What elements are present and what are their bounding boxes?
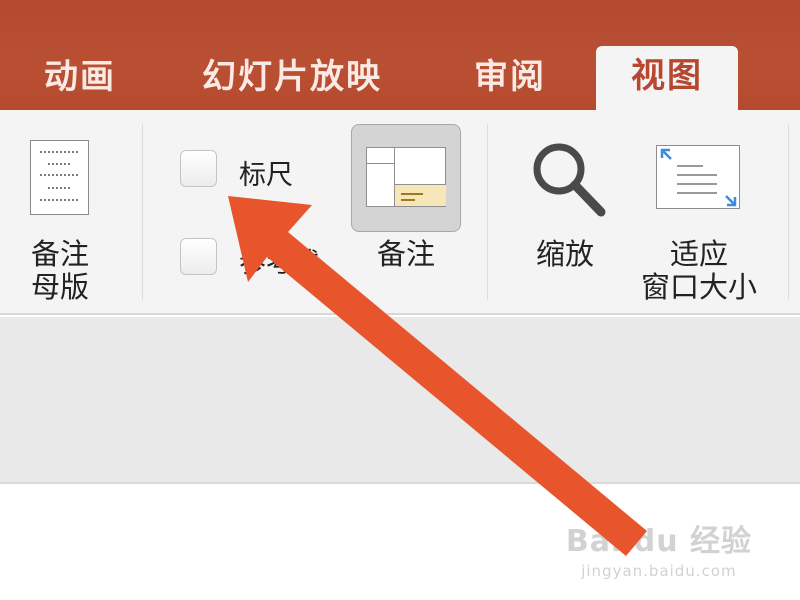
guides-checkbox[interactable] — [180, 238, 217, 275]
pane-divider — [0, 482, 800, 484]
ribbon-separator — [142, 124, 143, 300]
zoom-label: 缩放 — [535, 237, 594, 271]
powerpoint-window: 动画 幻灯片放映 审阅 视图 备注 母版 标尺 参考线 备注 缩放 适应 窗口大… — [0, 0, 800, 600]
ruler-label: 标尺 — [239, 160, 293, 191]
ribbon-separator — [788, 124, 789, 300]
tab-view[interactable]: 视图 — [596, 46, 738, 112]
notes-master-label-line1: 备注 — [30, 237, 89, 271]
ribbon-view-panel: 备注 母版 标尺 参考线 备注 缩放 适应 窗口大小 — [0, 110, 800, 315]
fit-to-window-label-line1: 适应 — [669, 237, 728, 271]
tab-slide-show[interactable]: 幻灯片放映 — [202, 55, 382, 99]
fit-to-window-icon — [656, 145, 740, 209]
notes-label: 备注 — [376, 237, 435, 271]
guides-label: 参考线 — [239, 248, 320, 279]
ribbon-separator — [487, 124, 488, 300]
watermark-sub: jingyan.baidu.com — [581, 562, 737, 580]
ribbon-tab-bar: 动画 幻灯片放映 审阅 视图 — [0, 0, 800, 112]
tab-animations[interactable]: 动画 — [44, 55, 116, 99]
fit-to-window-label-line2: 窗口大小 — [640, 270, 757, 304]
watermark-main: Bai du 经验 — [565, 524, 752, 559]
watermark: Bai du 经验 jingyan.baidu.com — [566, 516, 752, 580]
ruler-checkbox[interactable] — [180, 150, 217, 187]
notes-toggle-button[interactable] — [351, 124, 461, 232]
magnifier-icon — [533, 143, 606, 217]
notes-pane-icon — [366, 147, 446, 207]
notes-master-label-line2: 母版 — [30, 270, 89, 304]
slide-pane-background — [0, 317, 800, 482]
notes-master-icon — [30, 140, 89, 215]
tab-review[interactable]: 审阅 — [474, 55, 546, 99]
